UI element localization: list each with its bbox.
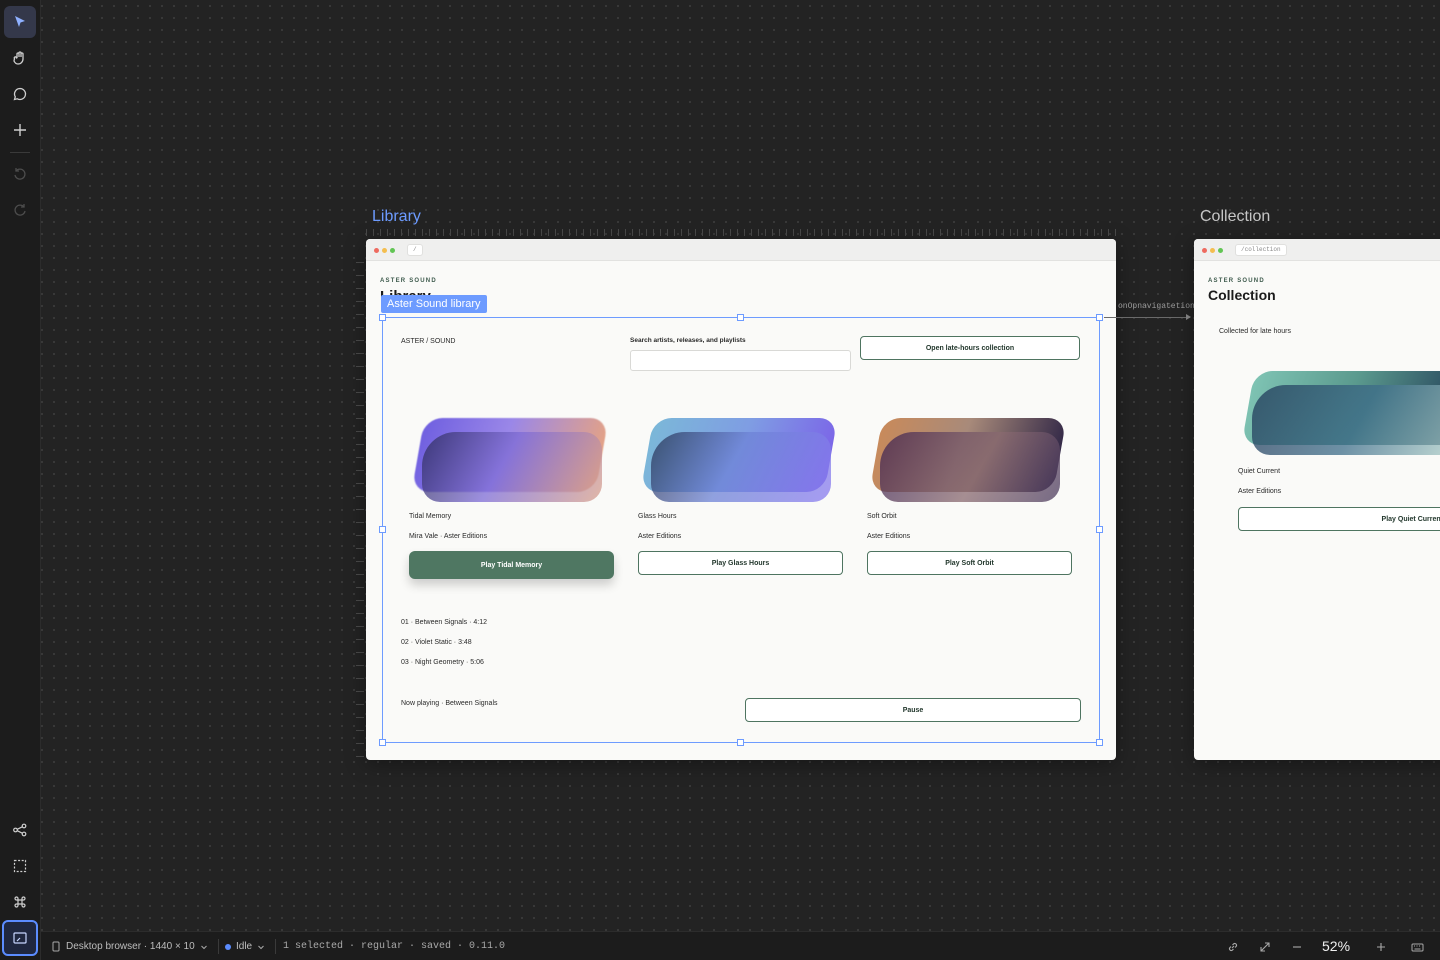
album-artist: Aster Editions bbox=[1238, 488, 1282, 495]
command-icon bbox=[14, 896, 26, 908]
album-art-quiet-current[interactable] bbox=[1238, 361, 1440, 455]
url-pill: / bbox=[407, 244, 423, 256]
state-selector[interactable]: Idle bbox=[225, 941, 265, 952]
zoom-level[interactable]: 52% bbox=[1322, 938, 1350, 954]
ruler-left bbox=[356, 262, 364, 758]
panel-icon bbox=[13, 932, 27, 944]
collection-subtitle: Collected for late hours bbox=[1219, 328, 1291, 335]
frame-select-tool[interactable] bbox=[4, 850, 36, 882]
frame-title-collection[interactable]: Collection bbox=[1200, 208, 1270, 226]
tool-rail bbox=[0, 0, 41, 960]
brand-eyebrow: ASTER SOUND bbox=[1208, 278, 1265, 284]
add-tool[interactable] bbox=[4, 114, 36, 146]
hand-icon bbox=[13, 51, 24, 65]
phone-icon bbox=[51, 941, 61, 952]
resize-handle[interactable] bbox=[1096, 526, 1103, 533]
panel-toggle-button[interactable] bbox=[2, 920, 38, 956]
status-info: 1 selected · regular · saved · 0.11.0 bbox=[283, 941, 506, 952]
resize-handle[interactable] bbox=[379, 314, 386, 321]
fit-screen-button[interactable] bbox=[1259, 941, 1271, 953]
selection-box[interactable] bbox=[382, 317, 1100, 743]
divider bbox=[218, 939, 219, 954]
album-title: Quiet Current bbox=[1238, 468, 1281, 475]
expand-icon bbox=[1259, 941, 1271, 953]
connection-line[interactable] bbox=[1104, 317, 1190, 318]
connection-label[interactable]: onOpnavigatetion bbox=[1118, 302, 1195, 311]
flow-tool[interactable] bbox=[4, 814, 36, 846]
chevron-down-icon bbox=[200, 943, 208, 951]
comment-icon bbox=[13, 87, 27, 101]
plus-icon bbox=[14, 124, 26, 136]
device-selector[interactable]: Desktop browser · 1440 × 10 bbox=[51, 941, 208, 952]
browser-bar: /collection bbox=[1194, 239, 1440, 261]
undo-icon bbox=[14, 168, 26, 180]
link-button[interactable] bbox=[1227, 941, 1239, 953]
minus-icon bbox=[1291, 941, 1303, 953]
device-label: Desktop browser · 1440 × 10 bbox=[66, 941, 195, 952]
maximize-dot bbox=[390, 248, 395, 253]
frame-title-library[interactable]: Library bbox=[372, 208, 421, 226]
undo-button[interactable] bbox=[4, 158, 36, 190]
zoom-in-button[interactable] bbox=[1375, 941, 1387, 953]
close-dot bbox=[1202, 248, 1207, 253]
status-dot-icon bbox=[225, 943, 231, 950]
rail-divider bbox=[10, 152, 30, 153]
select-tool[interactable] bbox=[4, 6, 36, 38]
zoom-out-button[interactable] bbox=[1291, 941, 1303, 953]
comment-tool[interactable] bbox=[4, 78, 36, 110]
keyboard-icon bbox=[1411, 941, 1424, 953]
share-nodes-icon bbox=[13, 823, 27, 837]
status-bar: Desktop browser · 1440 × 10 Idle 1 selec… bbox=[41, 931, 1440, 960]
page-title: Collection bbox=[1208, 287, 1276, 303]
state-label: Idle bbox=[236, 941, 253, 952]
keyboard-shortcuts-button[interactable] bbox=[1411, 941, 1424, 953]
pointer-icon bbox=[15, 16, 25, 27]
resize-handle[interactable] bbox=[379, 526, 386, 533]
redo-button[interactable] bbox=[4, 194, 36, 226]
resize-handle[interactable] bbox=[737, 314, 744, 321]
resize-handle[interactable] bbox=[379, 739, 386, 746]
collection-frame[interactable]: /collection ASTER SOUND Collection Colle… bbox=[1194, 239, 1440, 760]
link-icon bbox=[1227, 941, 1239, 953]
resize-handle[interactable] bbox=[1096, 739, 1103, 746]
connection-arrow-icon bbox=[1186, 314, 1191, 320]
resize-handle[interactable] bbox=[737, 739, 744, 746]
play-quiet-current-button[interactable]: Play Quiet Current bbox=[1238, 507, 1440, 531]
resize-handle[interactable] bbox=[1096, 314, 1103, 321]
minimize-dot bbox=[1210, 248, 1215, 253]
dashed-square-icon bbox=[13, 859, 27, 873]
command-button[interactable] bbox=[4, 886, 36, 918]
close-dot bbox=[374, 248, 379, 253]
redo-icon bbox=[14, 204, 26, 216]
hand-tool[interactable] bbox=[4, 42, 36, 74]
ruler-top bbox=[366, 229, 1116, 236]
minimize-dot bbox=[382, 248, 387, 253]
brand-eyebrow: ASTER SOUND bbox=[380, 278, 437, 284]
divider bbox=[275, 939, 276, 954]
browser-bar: / bbox=[366, 239, 1116, 261]
url-pill: /collection bbox=[1235, 244, 1287, 256]
selection-label[interactable]: Aster Sound library bbox=[381, 295, 487, 313]
plus-icon bbox=[1375, 941, 1387, 953]
maximize-dot bbox=[1218, 248, 1223, 253]
chevron-down-icon bbox=[257, 943, 265, 951]
